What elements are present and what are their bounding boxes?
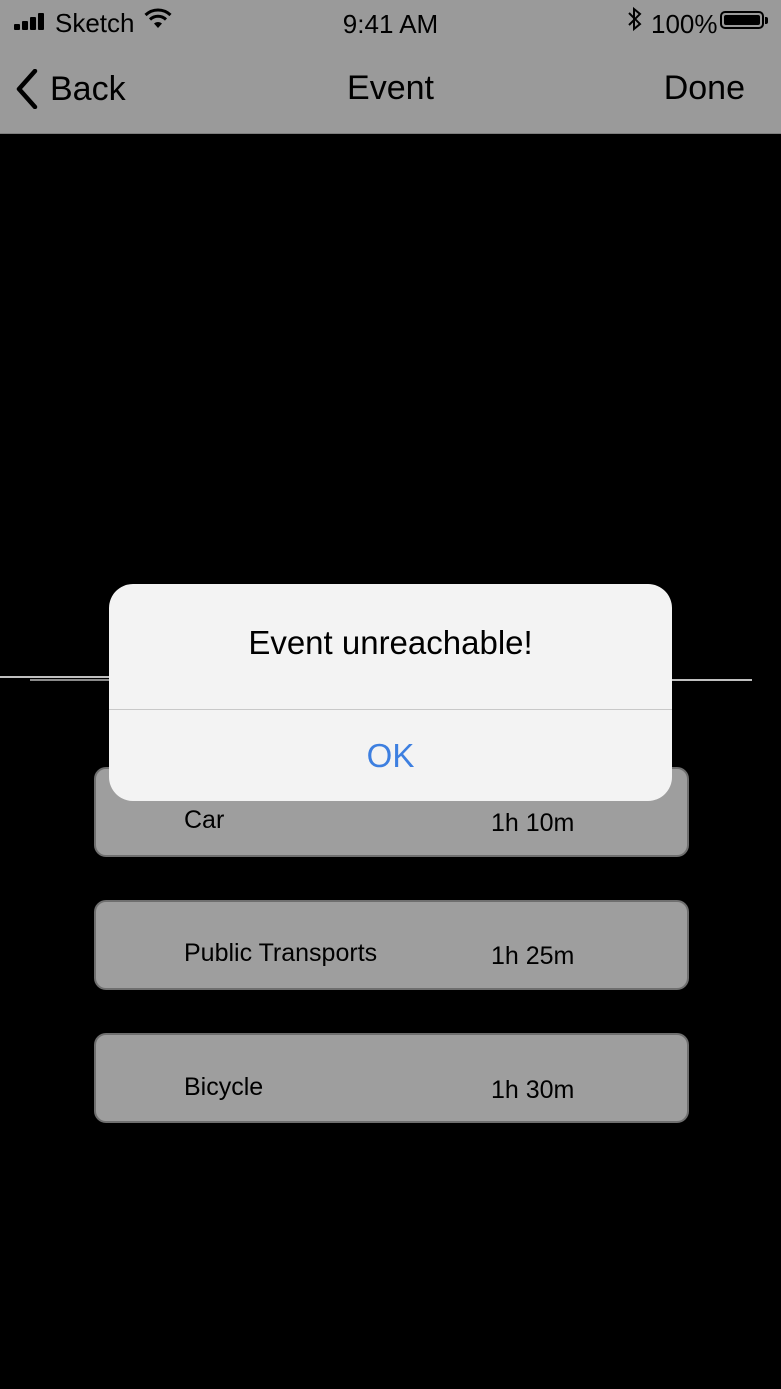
bluetooth-icon — [628, 6, 642, 32]
travel-option-name: Bicycle — [184, 1073, 264, 1101]
travel-option-duration: 1h 25m — [491, 942, 575, 970]
travel-option-duration: 1h 10m — [491, 809, 575, 837]
done-button[interactable]: Done — [664, 69, 745, 108]
travel-option-public-transports[interactable]: Public Transports 1h 25m — [94, 900, 689, 990]
divider-line — [0, 676, 110, 678]
alert-dialog: Event unreachable! OK — [109, 584, 672, 801]
travel-option-duration: 1h 30m — [491, 1076, 575, 1104]
ok-button[interactable]: OK — [109, 710, 672, 801]
travel-option-name: Public Transports — [184, 939, 378, 967]
travel-option-bicycle[interactable]: Bicycle 1h 30m — [94, 1033, 689, 1123]
navigation-bar: Back Event Done — [0, 44, 781, 133]
battery-icon — [720, 11, 768, 29]
divider-line — [670, 679, 752, 681]
top-bar: Sketch 9:41 AM 100% Back Event Done — [0, 0, 781, 134]
travel-option-name: Car — [184, 806, 225, 834]
battery-percent: 100% — [651, 9, 718, 39]
alert-title: Event unreachable! — [248, 624, 533, 661]
status-bar: Sketch 9:41 AM 100% — [0, 0, 781, 44]
divider-line — [30, 679, 110, 681]
